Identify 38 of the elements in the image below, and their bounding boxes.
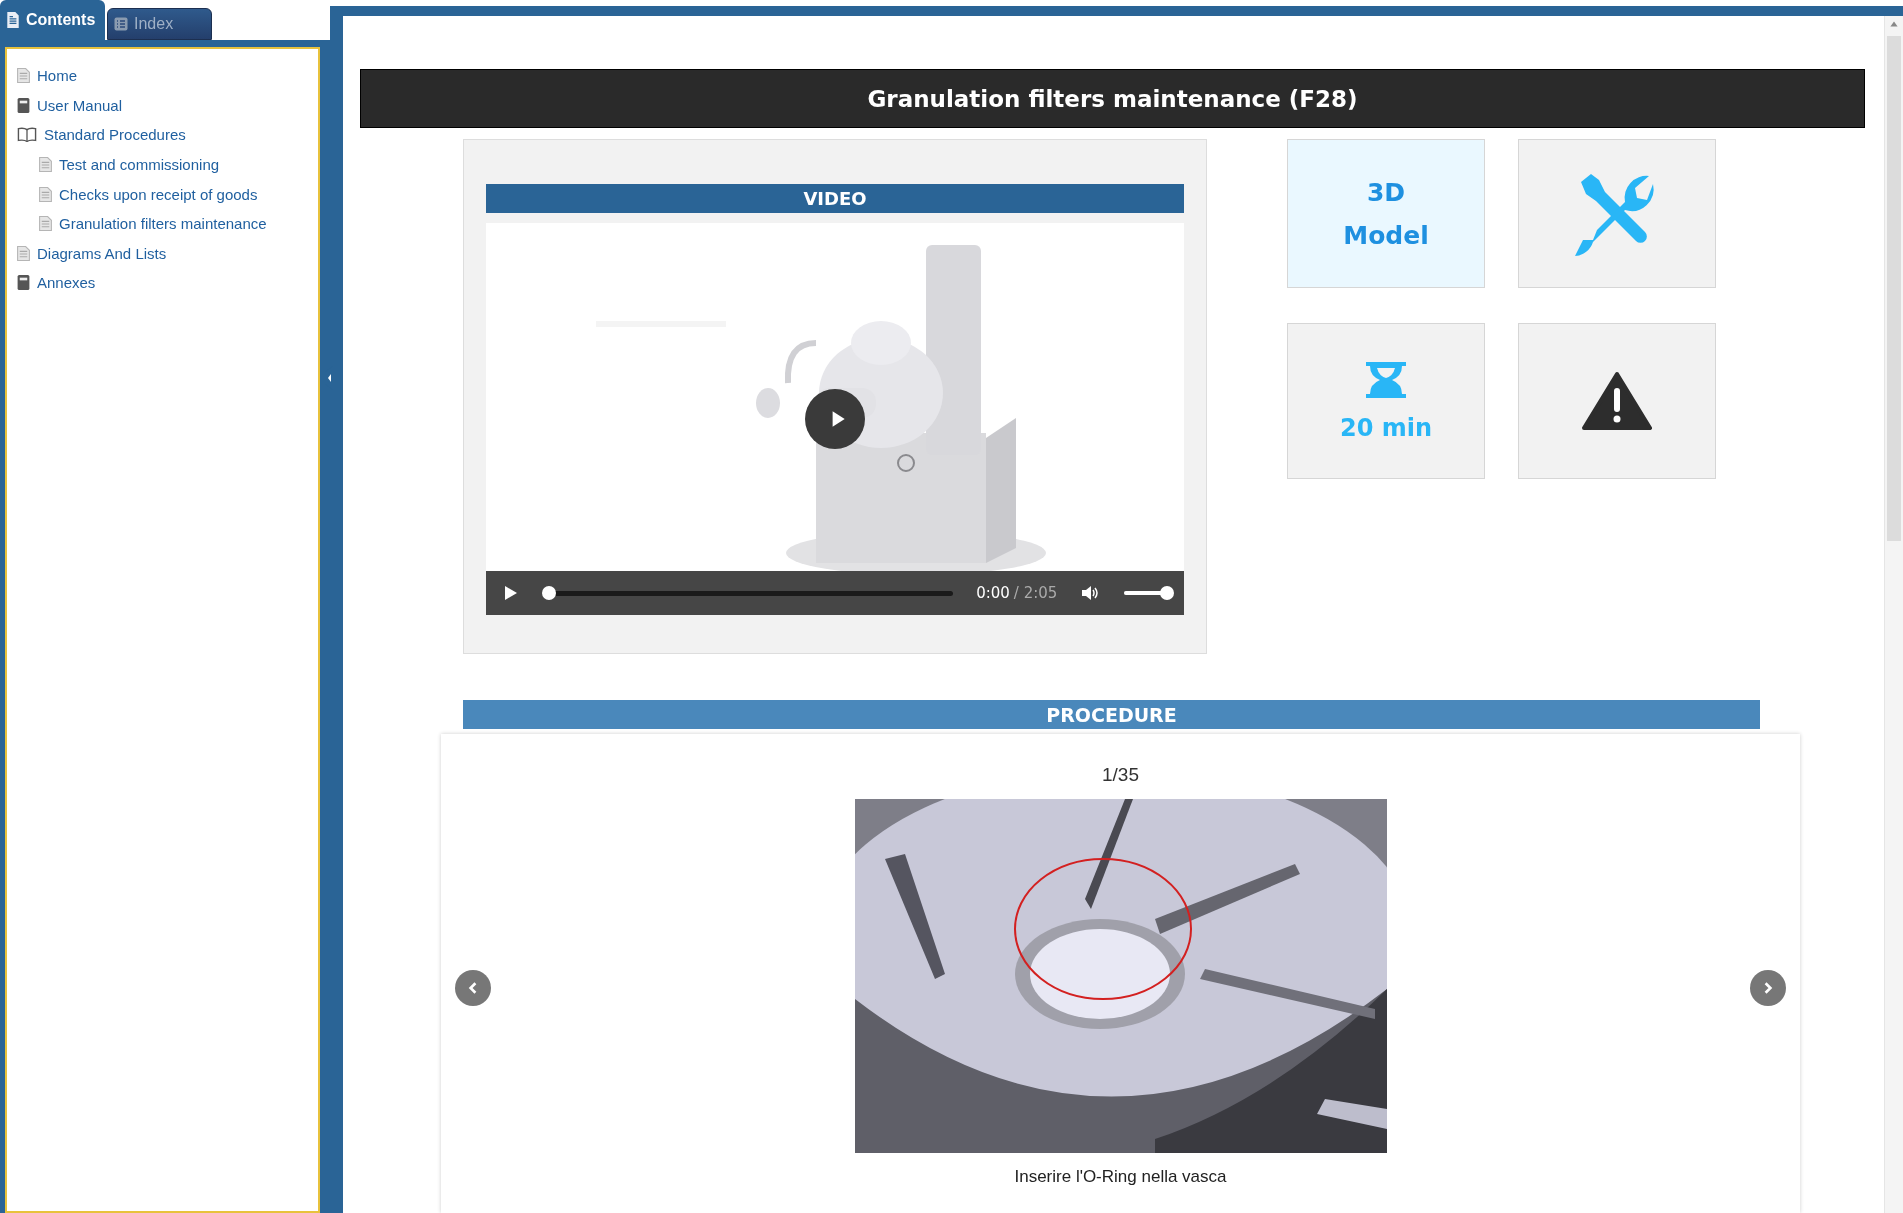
tree-item[interactable]: User Manual bbox=[17, 90, 318, 121]
tree-item[interactable]: Home bbox=[17, 61, 318, 91]
hourglass-icon bbox=[1366, 360, 1406, 400]
sidebar-tab[interactable]: Index bbox=[107, 8, 212, 40]
warning-button[interactable] bbox=[1518, 323, 1716, 479]
previous-button[interactable] bbox=[455, 970, 491, 1006]
tree-item[interactable]: Diagrams And Lists bbox=[17, 238, 318, 269]
tree-item[interactable]: Test and commissioning bbox=[17, 149, 318, 180]
page-icon bbox=[39, 186, 52, 202]
page-title: Granulation filters maintenance (F28) bbox=[360, 69, 1865, 128]
chevron-right-icon bbox=[1762, 982, 1774, 994]
chevron-left-icon bbox=[467, 982, 479, 994]
duration: / 2:05 bbox=[1013, 584, 1058, 602]
tree-item[interactable]: Standard Procedures bbox=[17, 120, 318, 150]
volume-thumb[interactable] bbox=[1160, 586, 1174, 600]
sidebar-tab[interactable]: Contents bbox=[0, 0, 105, 40]
progress-thumb[interactable] bbox=[542, 586, 556, 600]
warning-icon bbox=[1582, 371, 1652, 431]
volume-icon[interactable] bbox=[1081, 585, 1100, 601]
next-button[interactable] bbox=[1750, 970, 1786, 1006]
tree-item[interactable]: Checks upon receipt of goods bbox=[17, 179, 318, 209]
page-icon bbox=[39, 157, 52, 173]
slide-caption: Inserire l'O-Ring nella vasca bbox=[1014, 1167, 1227, 1187]
tree-item[interactable]: Annexes bbox=[17, 268, 318, 298]
list-icon bbox=[114, 16, 128, 32]
duration-label: 20 min bbox=[1339, 414, 1433, 442]
play-icon[interactable] bbox=[504, 585, 518, 601]
section-heading: PROCEDURE bbox=[463, 700, 1760, 729]
document-icon bbox=[6, 12, 20, 28]
tree-item[interactable]: Granulation filters maintenance bbox=[17, 208, 318, 239]
scrollbar-thumb[interactable] bbox=[1887, 36, 1901, 541]
section-heading: VIDEO bbox=[486, 184, 1184, 213]
page-icon bbox=[17, 245, 30, 261]
slide-counter: 1/35 bbox=[1102, 764, 1139, 787]
page-icon bbox=[39, 216, 52, 232]
scrollbar[interactable] bbox=[1884, 16, 1903, 1213]
page-icon bbox=[17, 68, 30, 84]
current-time: 0:00 bbox=[976, 584, 1010, 602]
